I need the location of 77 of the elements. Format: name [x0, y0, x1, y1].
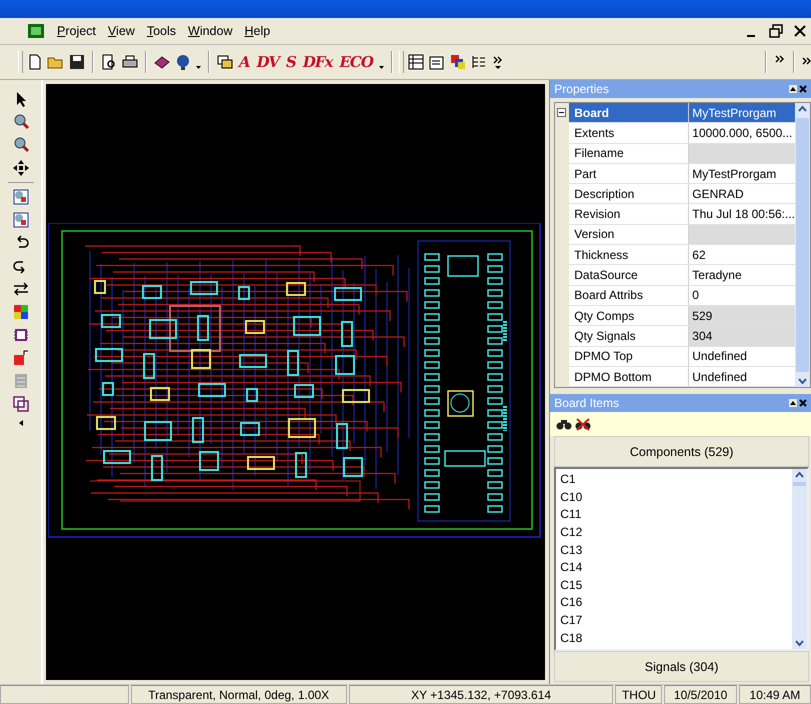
property-value[interactable]: Undefined — [689, 346, 795, 366]
overlap-squares-icon[interactable] — [12, 395, 30, 413]
property-value[interactable]: MyTestProrgam — [689, 103, 795, 122]
property-value[interactable]: 62 — [689, 245, 795, 264]
property-name[interactable]: Extents — [569, 123, 690, 143]
toolbar-text-button[interactable]: ECO — [337, 53, 375, 71]
menu-item[interactable]: View — [102, 22, 140, 40]
close-icon[interactable] — [792, 23, 808, 39]
list-item[interactable]: C11 — [560, 506, 788, 524]
toolbar-text-button[interactable]: A — [237, 53, 252, 71]
status-field: XY +1345.132, +7093.614 — [348, 685, 614, 704]
panel-title: Properties — [554, 82, 609, 96]
list-item[interactable]: C14 — [560, 559, 788, 577]
close-icon[interactable] — [799, 85, 807, 93]
property-name[interactable]: Board Attribs — [569, 286, 690, 305]
property-value[interactable]: MyTestProrgam — [689, 164, 795, 184]
property-value[interactable]: 10000.000, 6500... — [689, 123, 795, 143]
zoom-icon[interactable] — [12, 113, 30, 131]
binoculars-cross-icon[interactable] — [575, 417, 592, 432]
property-value[interactable]: 529 — [689, 306, 795, 326]
windows-icon[interactable] — [216, 53, 234, 71]
list-item[interactable]: C12 — [560, 524, 788, 542]
menu-item[interactable]: Help — [239, 22, 276, 40]
menu-item[interactable]: Project — [52, 22, 101, 40]
scrollbar[interactable] — [795, 103, 810, 388]
property-value[interactable]: Undefined — [689, 366, 795, 386]
property-name[interactable]: DPMO Bottom — [569, 366, 690, 386]
layers-icon[interactable] — [448, 53, 467, 71]
list-item[interactable]: C1 — [560, 471, 788, 489]
swap-arrows-icon[interactable] — [12, 280, 30, 298]
list-item[interactable]: C13 — [560, 542, 788, 560]
status-field: 10/5/2010 — [664, 685, 737, 704]
collapse-icon[interactable] — [557, 108, 566, 117]
caret-icon[interactable] — [789, 85, 797, 93]
zoom-icon[interactable] — [12, 136, 30, 154]
menu-item[interactable]: Window — [183, 22, 238, 40]
property-name[interactable]: Thickness — [569, 245, 690, 264]
property-name[interactable]: Board — [569, 103, 690, 122]
property-value[interactable]: GENRAD — [689, 184, 795, 204]
chip-icon[interactable] — [12, 326, 30, 344]
toolbar-text-button[interactable]: DFx — [300, 53, 334, 71]
status-field: 10:49 AM — [738, 685, 811, 704]
property-value[interactable]: 304 — [689, 326, 795, 346]
component-icon[interactable] — [12, 188, 30, 206]
property-name[interactable]: Revision — [569, 204, 690, 224]
component-icon[interactable] — [12, 211, 30, 229]
tree-icon[interactable] — [470, 53, 488, 71]
toolbar-text-button[interactable]: S — [284, 53, 298, 71]
list-item[interactable]: C18 — [560, 630, 788, 648]
scrollbar[interactable] — [792, 469, 807, 650]
toolbar-text-button[interactable]: DV — [254, 53, 282, 71]
property-name[interactable]: Part — [569, 164, 690, 184]
status-field: Transparent, Normal, 0deg, 1.00X — [130, 685, 347, 704]
list-item[interactable]: C15 — [560, 576, 788, 594]
list-item[interactable]: C17 — [560, 612, 788, 630]
components-button[interactable]: Components (529) — [554, 436, 809, 468]
board-icon — [28, 24, 44, 38]
list-item[interactable]: C10 — [560, 488, 788, 506]
menu-item[interactable]: Tools — [142, 22, 181, 40]
move-icon[interactable] — [12, 159, 30, 177]
property-value[interactable]: Thu Jul 18 00:56:... — [689, 204, 795, 224]
caret-icon[interactable] — [789, 399, 797, 408]
color-squares-icon[interactable] — [12, 303, 30, 321]
status-field: THOU — [615, 685, 662, 704]
list-item[interactable]: C16 — [560, 594, 788, 612]
caret-icon[interactable] — [16, 418, 25, 428]
property-name[interactable]: Description — [569, 184, 690, 204]
table-icon[interactable] — [406, 53, 425, 71]
close-icon[interactable] — [799, 399, 807, 408]
binoculars-icon[interactable] — [556, 417, 572, 432]
property-value[interactable]: 0 — [689, 286, 795, 305]
panel-title: Board Items — [554, 396, 619, 410]
property-name[interactable]: DPMO Top — [569, 346, 690, 366]
signals-button[interactable]: Signals (304) — [554, 651, 809, 682]
restore-icon[interactable] — [768, 23, 784, 39]
property-value[interactable]: Teradyne — [689, 265, 795, 285]
property-name[interactable]: DataSource — [569, 265, 690, 285]
